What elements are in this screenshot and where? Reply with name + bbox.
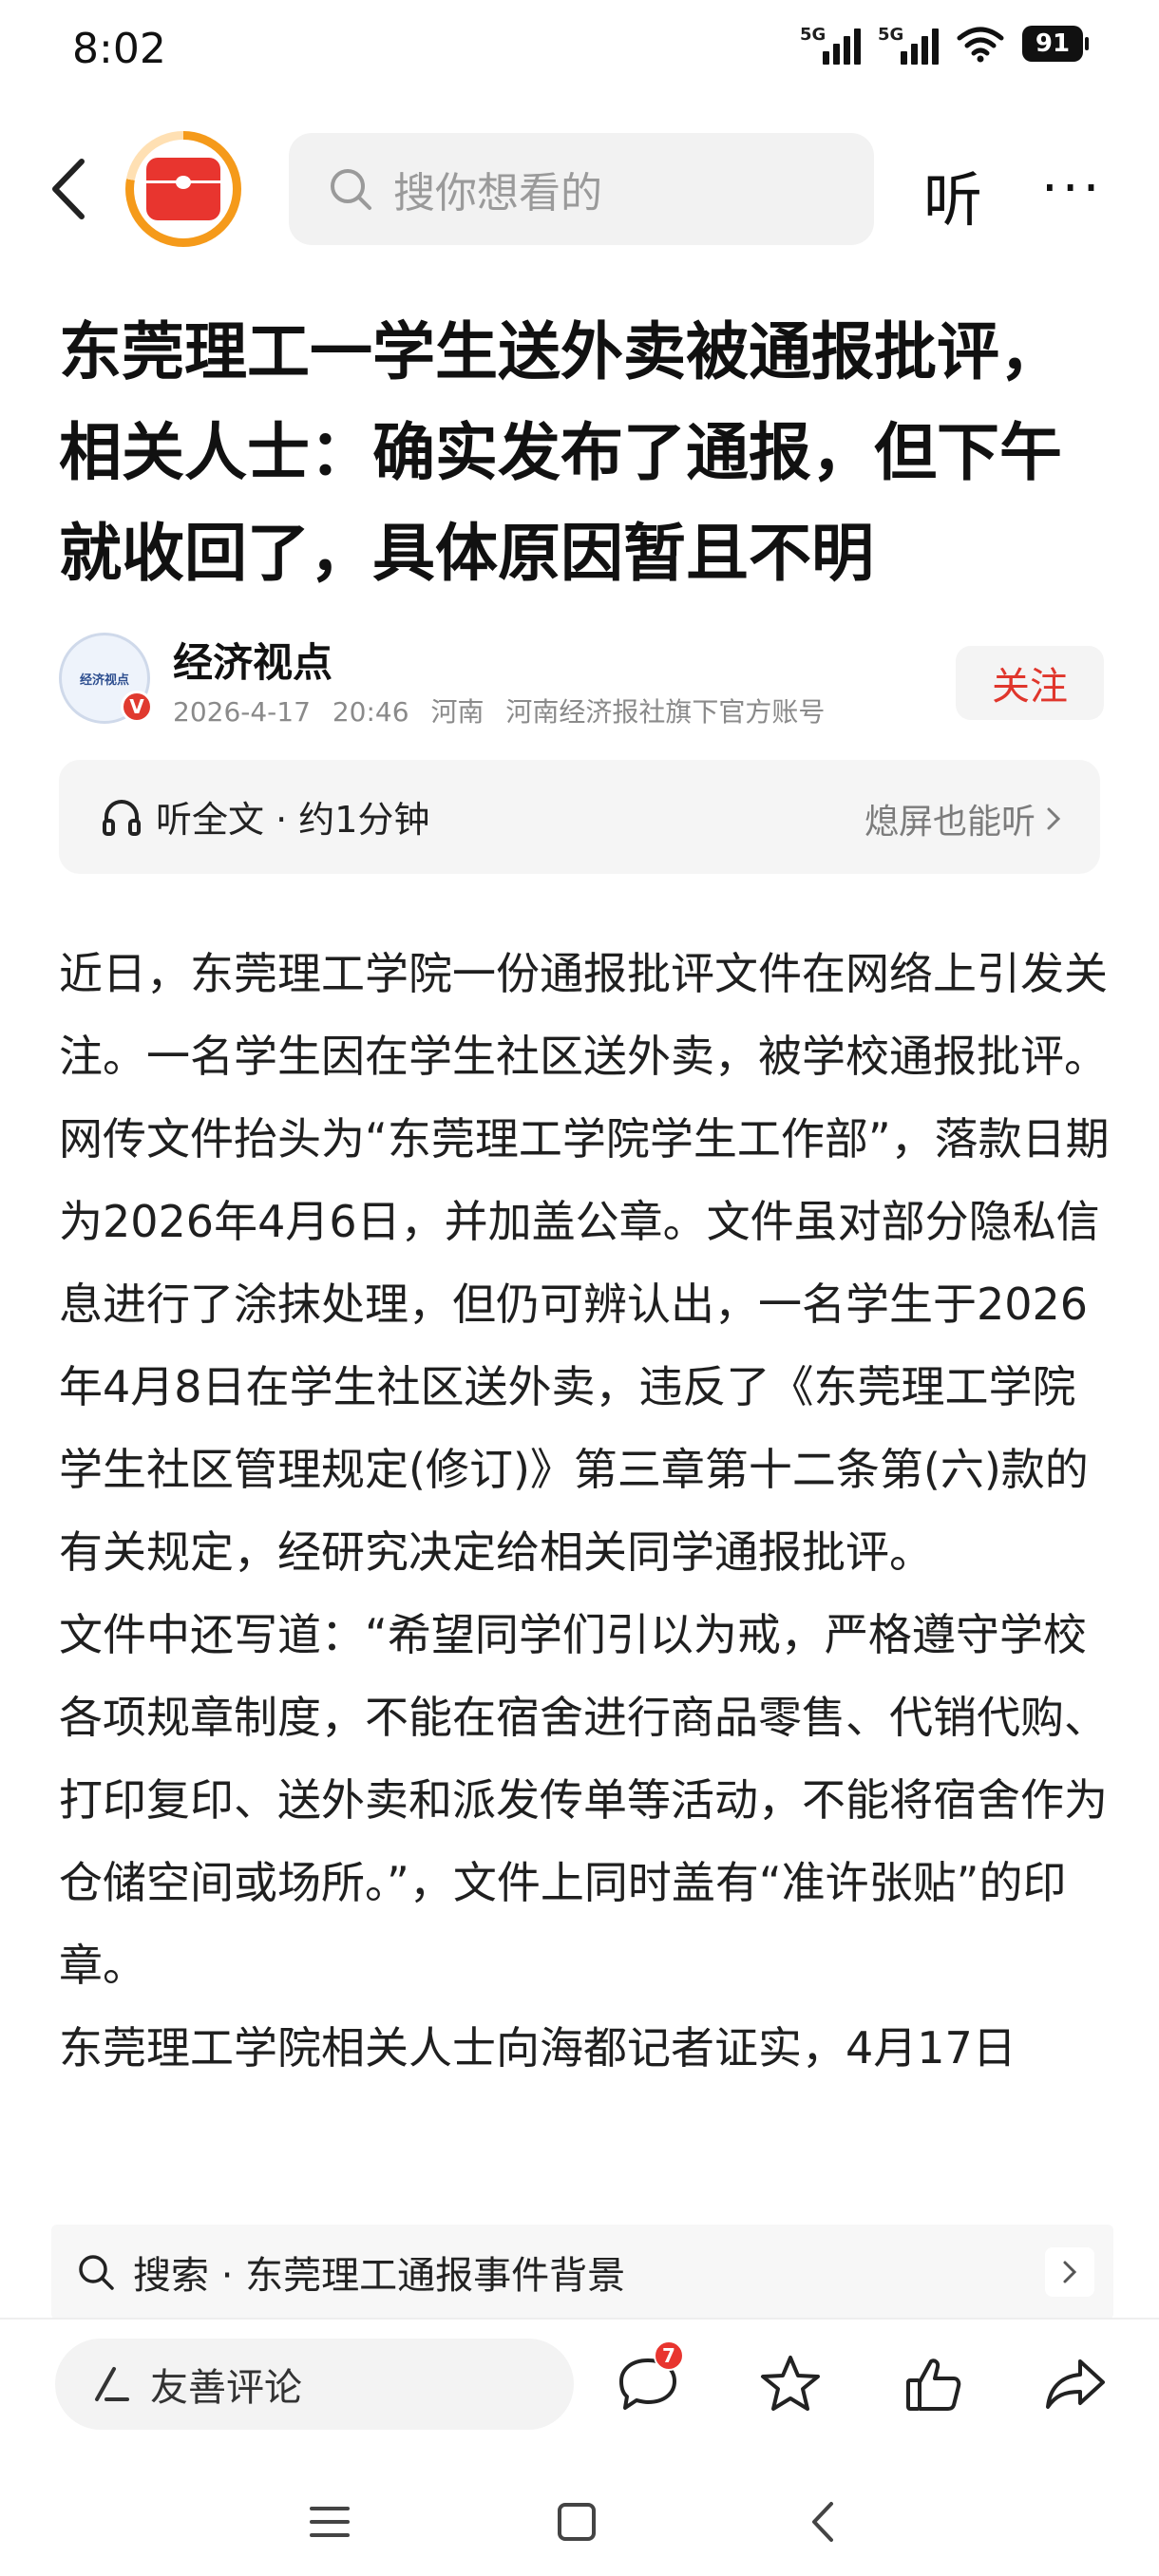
search-placeholder: 搜你想看的 [393, 169, 602, 218]
listen-button[interactable]: 听 [923, 152, 982, 237]
article-paragraph: 文件中还写道：“希望同学们引以为戒，严格遵守学校各项规章制度，不能在宿舍进行商品… [59, 1609, 1108, 1991]
headphones-icon [103, 799, 141, 836]
article-paragraph: 网传文件抬头为“东莞理工学院学生工作部”，落款日期为2026年4月6日，并加盖公… [59, 1113, 1110, 1578]
favorite-button[interactable] [752, 2346, 828, 2422]
star-icon [761, 2356, 820, 2411]
signal-5g-icon: 5G [878, 23, 939, 65]
menu-nav-button[interactable] [296, 2489, 363, 2555]
listen-bar[interactable]: 听全文 · 约1分钟 熄屏也能听 [59, 760, 1100, 874]
article-body: 近日，东莞理工学院一份通报批评文件在网络上引发关注。一名学生因在学生社区送外卖，… [59, 933, 1110, 2232]
comment-count-badge: 7 [654, 2340, 684, 2371]
article-title: 东莞理工一学生送外卖被通报批评，相关人士：确实发布了通报，但下午就收回了，具体原… [59, 315, 1062, 590]
top-nav: 搜你想看的 听 ··· [0, 123, 1159, 256]
more-button[interactable]: ··· [1041, 158, 1103, 219]
comment-input[interactable]: 友善评论 [55, 2339, 574, 2430]
search-suggestion-bar[interactable]: 搜索 · 东莞理工通报事件背景 [51, 2225, 1113, 2320]
chevron-right-icon [1047, 807, 1061, 830]
back-button[interactable] [44, 156, 101, 222]
like-button[interactable] [895, 2346, 971, 2422]
home-square-icon [558, 2503, 596, 2541]
back-nav-button[interactable] [790, 2489, 857, 2555]
wifi-icon [957, 27, 1004, 63]
comment-placeholder: 友善评论 [150, 2366, 302, 2410]
publish-location: 河南 [430, 696, 484, 728]
status-time: 8:02 [72, 25, 166, 73]
search-icon [79, 2255, 114, 2290]
signal-5g-icon: 5G [800, 23, 861, 65]
system-nav-bar [0, 2460, 1159, 2576]
search-suggestion-label: 搜索 · 东莞理工通报事件背景 [133, 2254, 626, 2298]
publish-date: 2026-4-17 [173, 696, 311, 728]
article-paragraph: 东莞理工学院相关人士向海都记者证实，4月17日 [59, 2022, 1016, 2074]
menu-icon [310, 2507, 350, 2537]
back-arrow-icon [812, 2502, 833, 2542]
status-bar: 8:02 5G 5G 91 [0, 0, 1159, 104]
chevron-right-icon [1045, 2247, 1094, 2297]
author-meta: 2026-4-17 20:46 河南 河南经济报社旗下官方账号 [173, 691, 838, 729]
author-name[interactable]: 经济视点 [173, 631, 332, 689]
pen-icon [95, 2367, 129, 2401]
author-row: 经济视点 V 经济视点 2026-4-17 20:46 河南 河南经济报社旗下官… [59, 629, 1104, 733]
back-arrow-icon [52, 159, 85, 219]
share-button[interactable] [1037, 2346, 1113, 2422]
publish-time: 20:46 [332, 696, 409, 728]
search-input[interactable]: 搜你想看的 [289, 133, 874, 245]
screen-off-listen-link[interactable]: 熄屏也能听 [864, 794, 1062, 843]
search-icon [331, 169, 371, 210]
article-paragraph: 近日，东莞理工学院一份通报批评文件在网络上引发关注。一名学生因在学生社区送外卖，… [59, 948, 1108, 1082]
status-icons: 5G 5G 91 [800, 23, 1089, 65]
home-nav-button[interactable] [543, 2489, 610, 2555]
comments-button[interactable]: 7 [610, 2340, 686, 2422]
author-avatar[interactable]: 经济视点 V [59, 633, 153, 724]
listen-full-label: 听全文 · 约1分钟 [156, 799, 430, 841]
follow-button[interactable]: 关注 [956, 646, 1104, 720]
thumbs-up-icon [906, 2358, 961, 2411]
app-logo[interactable] [125, 131, 241, 247]
author-description: 河南经济报社旗下官方账号 [505, 696, 826, 728]
share-arrow-icon [1046, 2359, 1105, 2409]
battery-indicator: 91 [1022, 26, 1089, 62]
verified-badge-icon: V [121, 691, 153, 723]
divider [0, 2318, 1159, 2320]
